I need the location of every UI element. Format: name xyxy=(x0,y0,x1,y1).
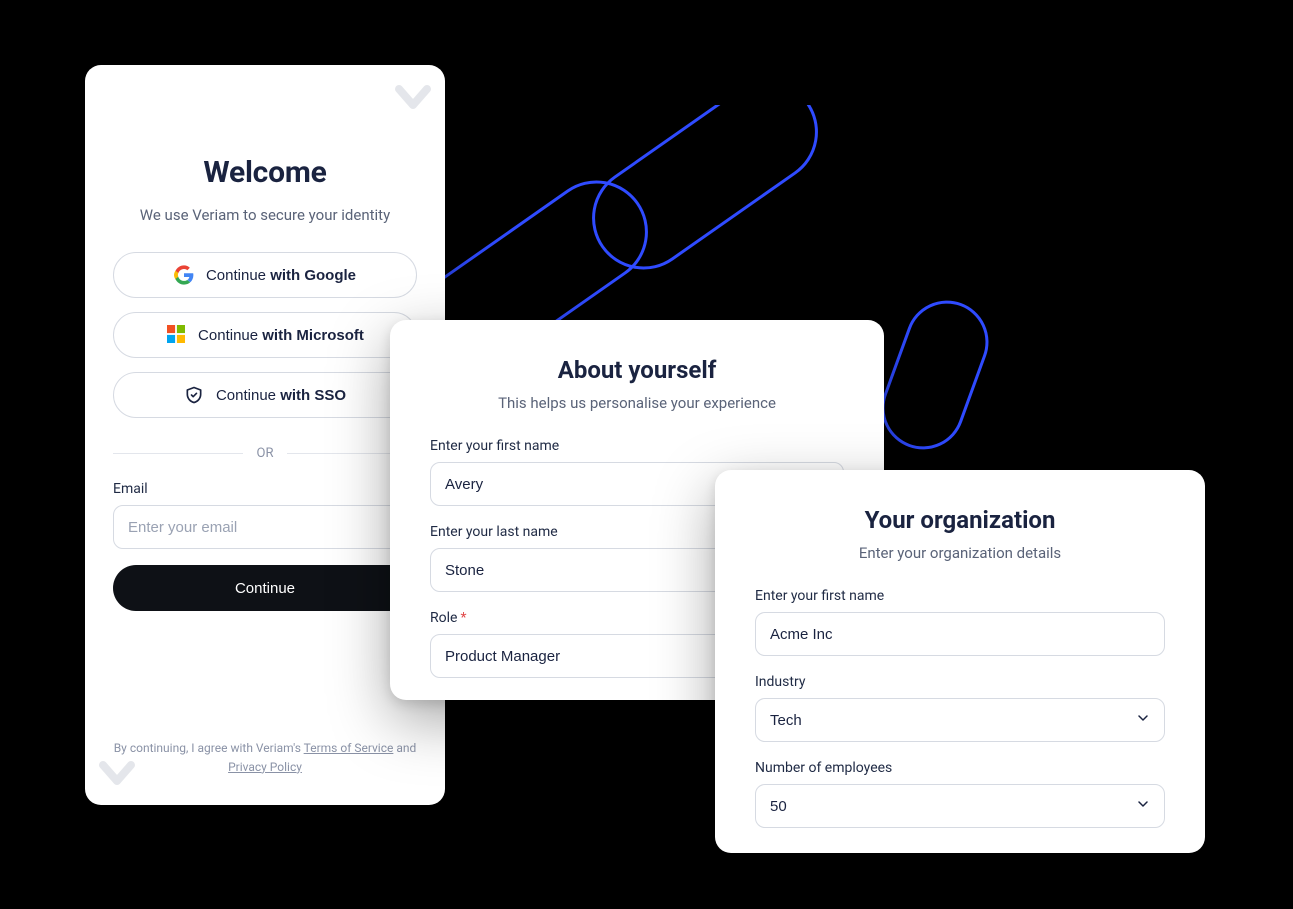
privacy-link[interactable]: Privacy Policy xyxy=(228,760,302,774)
shield-icon xyxy=(184,385,204,405)
about-subtitle: This helps us personalise your experienc… xyxy=(430,394,844,412)
continue-button[interactable]: Continue xyxy=(113,565,417,611)
microsoft-icon xyxy=(166,325,186,345)
continue-with-google-button[interactable]: Continue with Google xyxy=(113,252,417,298)
terms-link[interactable]: Terms of Service xyxy=(304,741,394,755)
google-button-label: Continue with Google xyxy=(206,267,356,284)
org-name-label: Enter your first name xyxy=(755,588,1165,604)
google-icon xyxy=(174,265,194,285)
divider-or: OR xyxy=(113,446,417,461)
microsoft-button-label: Continue with Microsoft xyxy=(198,327,364,344)
continue-with-sso-button[interactable]: Continue with SSO xyxy=(113,372,417,418)
brand-mark-icon xyxy=(391,75,435,119)
welcome-title: Welcome xyxy=(113,155,417,190)
industry-select[interactable] xyxy=(755,698,1165,742)
org-subtitle: Enter your organization details xyxy=(755,544,1165,562)
organization-card: Your organization Enter your organizatio… xyxy=(715,470,1205,853)
welcome-subtitle: We use Veriam to secure your identity xyxy=(113,206,417,224)
email-label: Email xyxy=(113,481,417,497)
brand-mark-icon xyxy=(95,751,139,795)
sso-button-label: Continue with SSO xyxy=(216,387,346,404)
employees-select[interactable] xyxy=(755,784,1165,828)
employees-label: Number of employees xyxy=(755,760,1165,776)
industry-label: Industry xyxy=(755,674,1165,690)
email-field[interactable] xyxy=(113,505,417,549)
about-title: About yourself xyxy=(430,356,844,384)
legal-footer: By continuing, I agree with Veriam's Ter… xyxy=(113,739,417,777)
continue-with-microsoft-button[interactable]: Continue with Microsoft xyxy=(113,312,417,358)
org-name-field[interactable] xyxy=(755,612,1165,656)
first-name-label: Enter your first name xyxy=(430,438,844,454)
org-title: Your organization xyxy=(755,506,1165,534)
